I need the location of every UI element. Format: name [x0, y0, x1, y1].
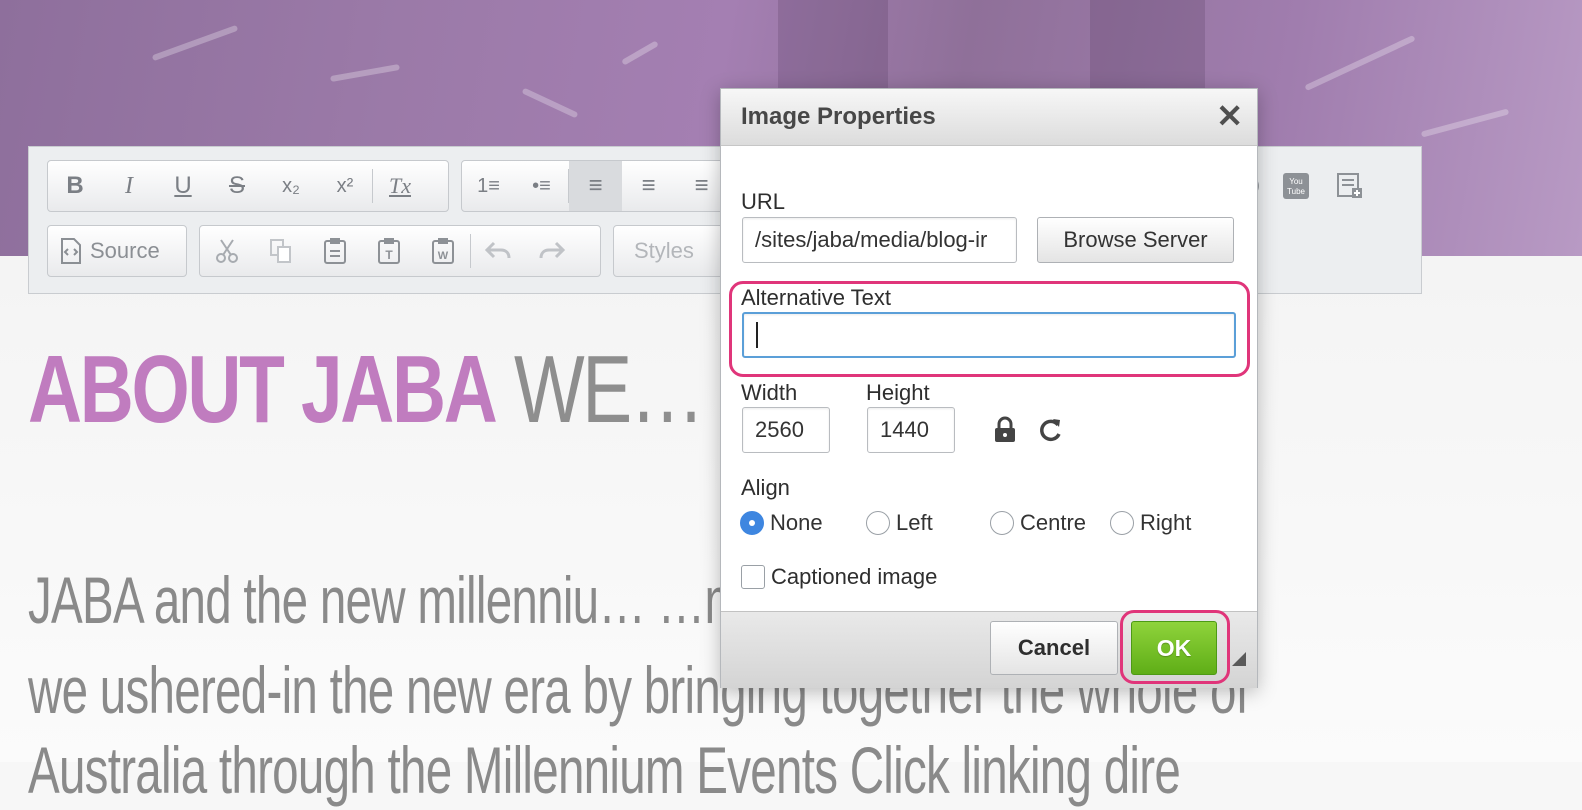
captioned-image-checkbox[interactable]	[741, 565, 765, 589]
height-input[interactable]: 1440	[867, 407, 955, 453]
width-label: Width	[741, 380, 798, 405]
paste-text-icon[interactable]: T	[362, 226, 416, 276]
align-radio-group: None Left Centre Right	[740, 508, 1191, 538]
underline-button[interactable]: U	[156, 161, 210, 211]
clipboard-group: T W	[199, 225, 601, 277]
align-center-button[interactable]: ≡	[622, 161, 675, 211]
body-text-line: Australia through the Millennium Events …	[28, 733, 1181, 807]
reset-size-icon[interactable]	[1038, 417, 1064, 448]
alt-text-input[interactable]	[742, 312, 1236, 358]
cut-icon[interactable]	[200, 226, 254, 276]
undo-icon[interactable]	[471, 226, 525, 276]
svg-text:W: W	[438, 250, 449, 262]
svg-text:Tube: Tube	[1287, 187, 1305, 196]
youtube-icon[interactable]: You Tube	[1269, 161, 1323, 211]
headline-bold: ABOUT JABA	[28, 336, 498, 443]
source-button[interactable]: Source	[48, 238, 172, 264]
bold-button[interactable]: B	[48, 161, 102, 211]
italic-button[interactable]: I	[102, 161, 156, 211]
image-properties-dialog: Image Properties ✕	[720, 88, 1258, 688]
width-input[interactable]: 2560	[742, 407, 830, 453]
alt-text-label: Alternative Text	[741, 285, 892, 310]
superscript-button[interactable]: x²	[318, 161, 372, 211]
source-label: Source	[90, 238, 160, 263]
close-icon[interactable]: ✕	[1216, 99, 1243, 133]
text-format-group: B I U S x₂ x² Tx	[47, 160, 449, 212]
align-option-label: Right	[1140, 510, 1192, 535]
height-label: Height	[866, 380, 930, 405]
align-label: Align	[741, 475, 790, 500]
ok-button[interactable]: OK	[1131, 621, 1217, 675]
numbered-list-button[interactable]: 1≡	[462, 161, 515, 211]
cancel-button[interactable]: Cancel	[990, 621, 1118, 675]
svg-text:You: You	[1289, 177, 1303, 186]
source-icon	[61, 238, 81, 264]
hero-decoration	[521, 87, 579, 119]
hero-decoration	[1304, 34, 1416, 92]
align-right-radio[interactable]	[1110, 511, 1134, 535]
paste-icon[interactable]	[308, 226, 362, 276]
strikethrough-button[interactable]: S	[210, 161, 264, 211]
insert-template-icon[interactable]	[1323, 161, 1377, 211]
hero-decoration	[1420, 108, 1510, 138]
svg-text:T: T	[385, 248, 393, 262]
align-option-label: Centre	[1020, 510, 1087, 535]
browse-server-button[interactable]: Browse Server	[1037, 217, 1234, 263]
align-centre-radio[interactable]	[990, 511, 1014, 535]
subscript-button[interactable]: x₂	[264, 161, 318, 211]
align-option-label: None	[770, 510, 823, 535]
hero-decoration	[151, 24, 239, 62]
paste-word-icon[interactable]: W	[416, 226, 470, 276]
bulleted-list-button[interactable]: •≡	[515, 161, 568, 211]
align-none-radio[interactable]	[740, 511, 764, 535]
lock-ratio-icon[interactable]	[993, 416, 1017, 449]
align-option-label: Left	[896, 510, 933, 535]
align-left-button[interactable]: ≡	[568, 161, 622, 211]
captioned-image-label: Captioned image	[771, 564, 938, 589]
copy-icon[interactable]	[254, 226, 308, 276]
align-left-radio[interactable]	[866, 511, 890, 535]
styles-dropdown[interactable]: Styles	[613, 225, 733, 277]
remove-format-button[interactable]: Tx	[373, 161, 427, 211]
resize-grip-icon[interactable]	[1232, 652, 1246, 666]
hero-decoration	[330, 63, 400, 83]
dialog-header[interactable]: Image Properties ✕	[721, 89, 1257, 146]
styles-placeholder: Styles	[634, 238, 694, 263]
paragraph-group: 1≡ •≡ ≡ ≡ ≡	[461, 160, 729, 212]
redo-icon[interactable]	[525, 226, 579, 276]
hero-decoration	[621, 40, 659, 66]
url-label: URL	[741, 189, 786, 214]
dialog-title: Image Properties	[741, 103, 936, 130]
text-cursor	[756, 322, 758, 348]
url-input[interactable]: /sites/jaba/media/blog-ir	[742, 217, 1017, 263]
source-group: Source	[47, 225, 187, 277]
